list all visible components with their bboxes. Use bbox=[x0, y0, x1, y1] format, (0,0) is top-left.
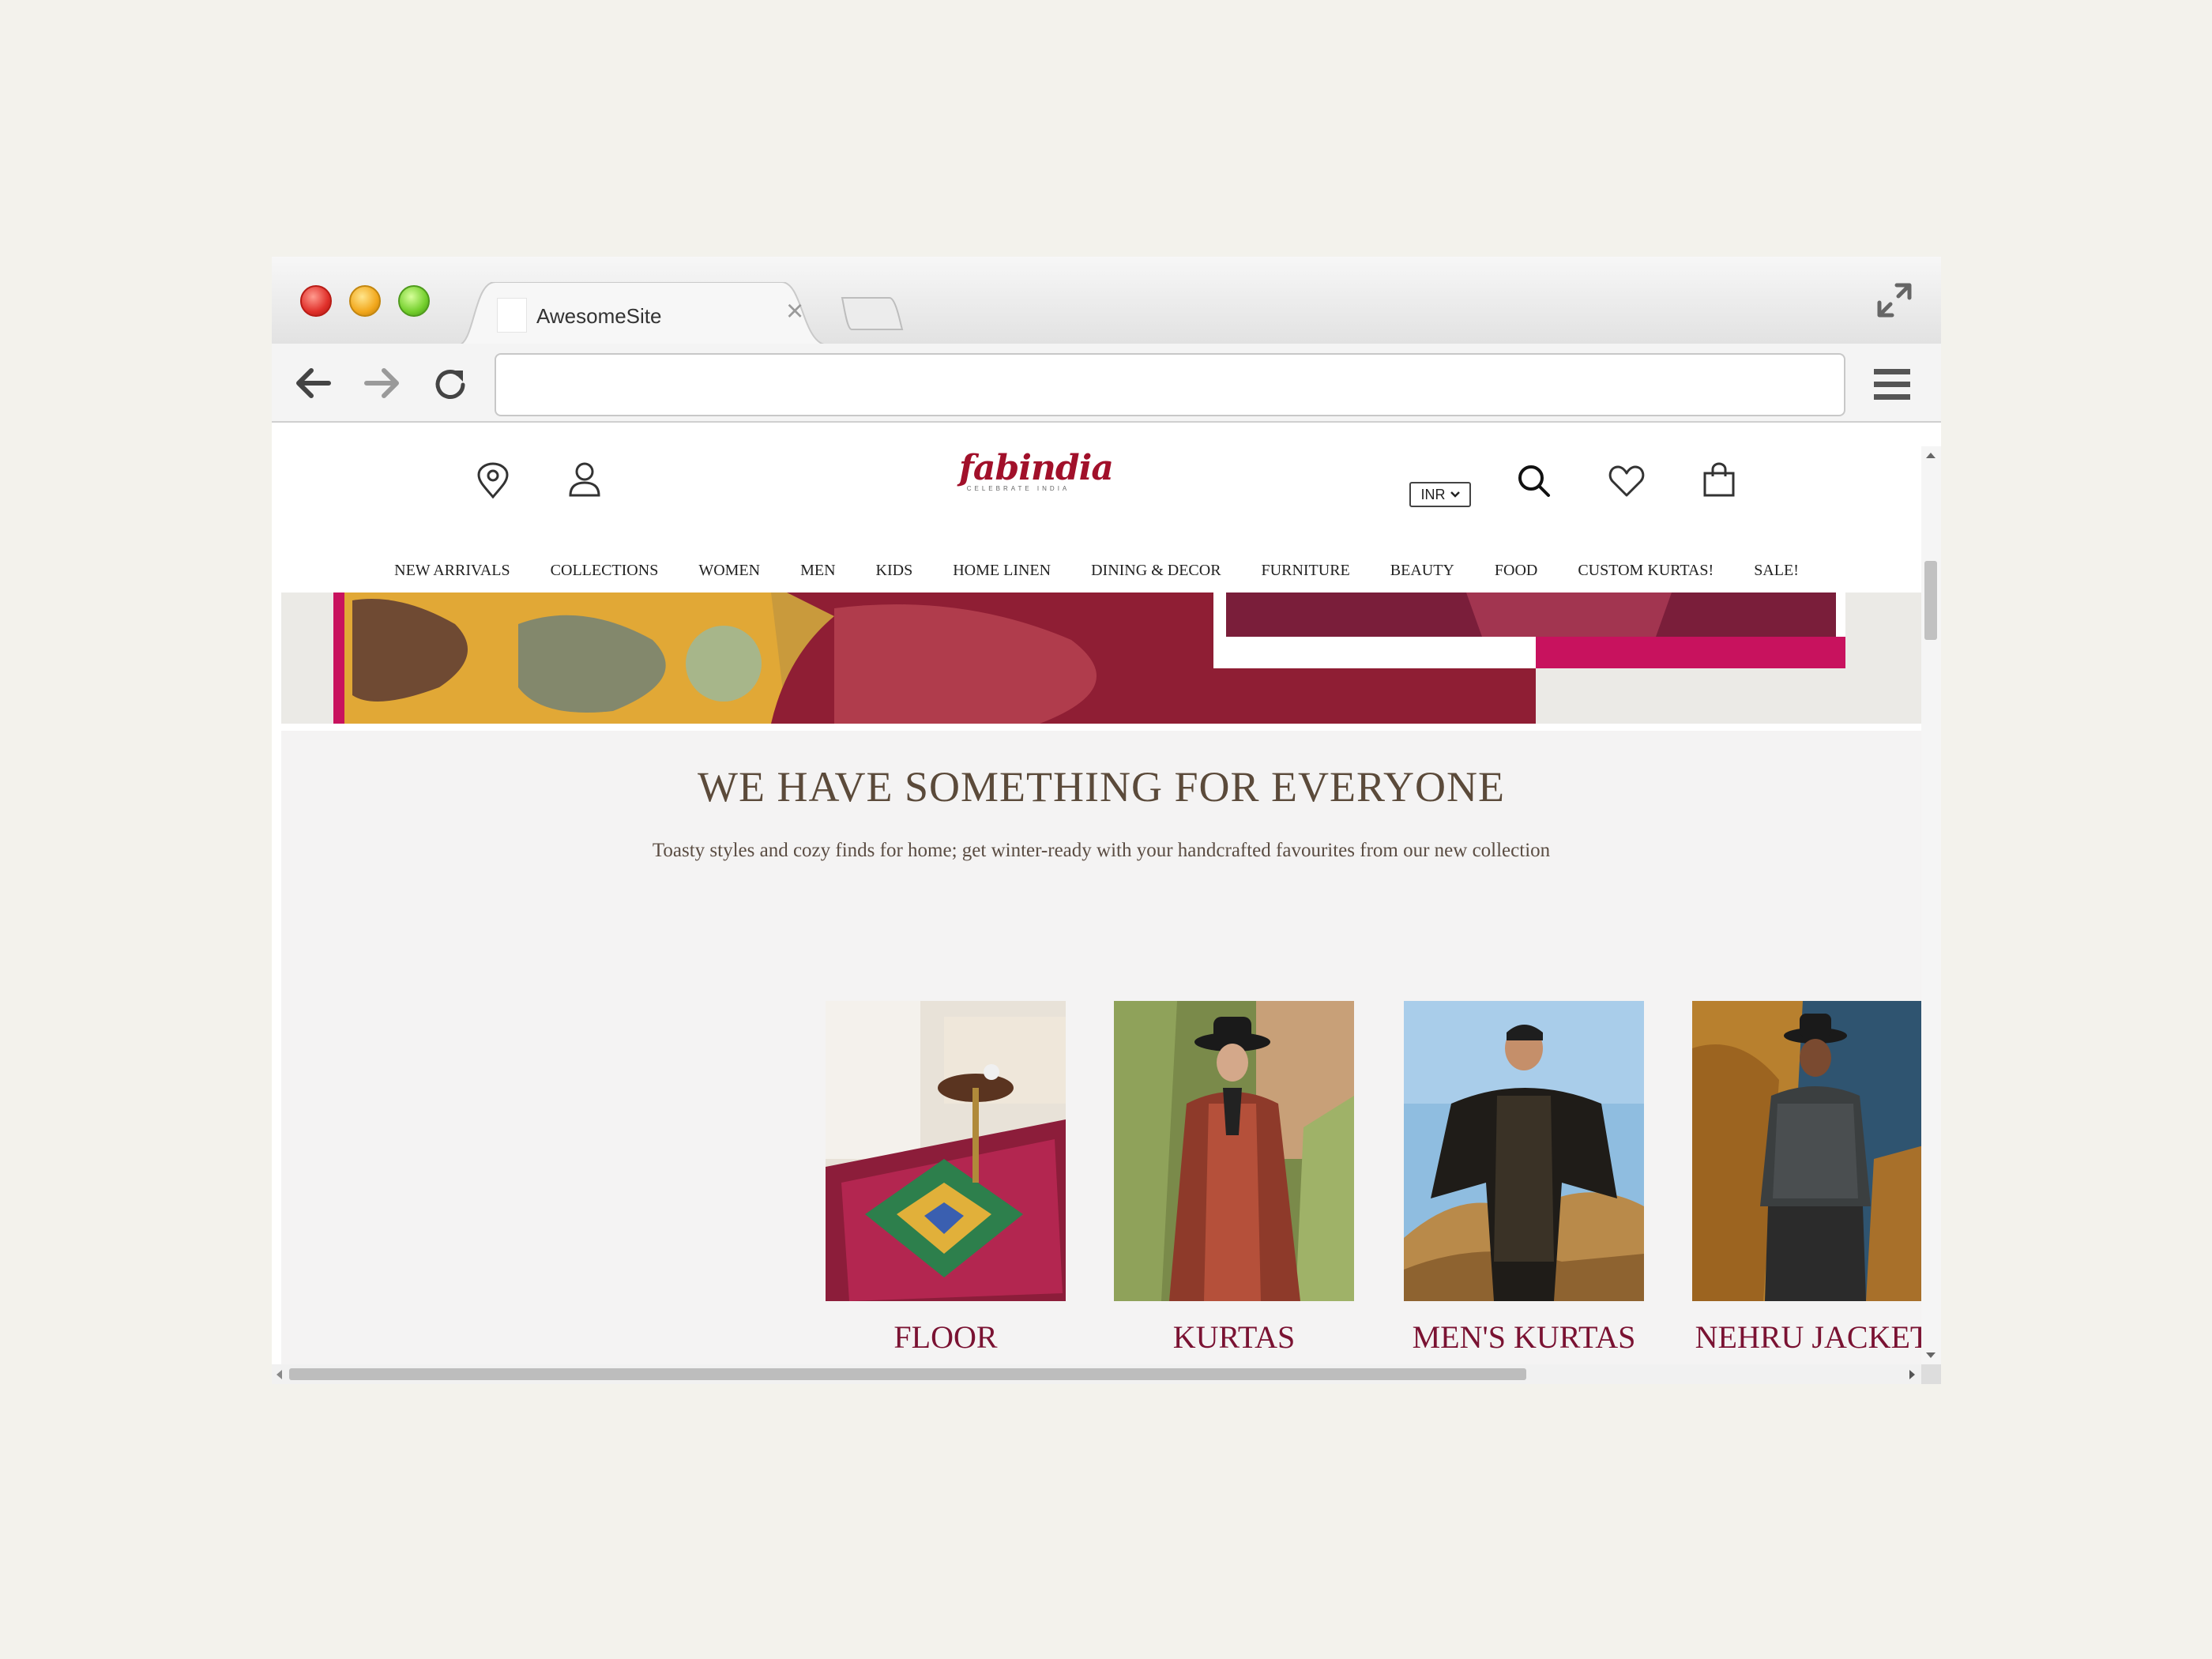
fullscreen-icon[interactable] bbox=[1875, 280, 1914, 320]
currency-select[interactable]: INR bbox=[1409, 482, 1471, 507]
vertical-scroll-thumb[interactable] bbox=[1924, 561, 1937, 640]
brand-name: fabindia bbox=[959, 448, 1114, 488]
new-tab-button[interactable] bbox=[841, 296, 904, 331]
back-arrow-icon[interactable] bbox=[294, 366, 333, 401]
category-image-nehru-jacket[interactable] bbox=[1692, 1001, 1921, 1301]
nav-item-new-arrivals[interactable]: NEW ARRIVALS bbox=[394, 562, 510, 589]
category-image-mens-kurtas[interactable] bbox=[1404, 1001, 1644, 1301]
nav-item-home-linen[interactable]: HOME LINEN bbox=[953, 562, 1051, 589]
category-image-kurtas[interactable] bbox=[1114, 1001, 1354, 1301]
nav-item-dining-decor[interactable]: DINING & DECOR bbox=[1091, 562, 1221, 589]
scroll-right-arrow-icon[interactable] bbox=[1909, 1370, 1915, 1379]
scroll-left-arrow-icon[interactable] bbox=[276, 1370, 282, 1379]
wishlist-heart-icon[interactable] bbox=[1608, 464, 1645, 498]
reload-icon[interactable] bbox=[431, 366, 469, 404]
brand-tagline: CELEBRATE INDIA bbox=[966, 485, 1070, 492]
browser-tab-active[interactable]: AwesomeSite × bbox=[457, 282, 829, 345]
nav-item-men[interactable]: MEN bbox=[800, 562, 835, 589]
brand-logo[interactable]: fabindia CELEBRATE INDIA bbox=[959, 448, 1114, 492]
nav-item-food[interactable]: FOOD bbox=[1495, 562, 1537, 589]
nav-item-beauty[interactable]: BEAUTY bbox=[1390, 562, 1454, 589]
section-subheadline: Toasty styles and cozy finds for home; g… bbox=[652, 840, 1551, 861]
tab-title: AwesomeSite bbox=[536, 304, 662, 328]
address-bar[interactable] bbox=[495, 353, 1845, 416]
browser-window: AwesomeSite × fabindia CELEBRATE INDIA I… bbox=[272, 257, 1941, 1384]
vertical-scrollbar[interactable] bbox=[1921, 446, 1941, 1364]
title-bar: AwesomeSite × bbox=[272, 257, 1941, 345]
category-image-floor[interactable] bbox=[826, 1001, 1066, 1301]
scrollbar-corner bbox=[1921, 1364, 1941, 1384]
category-card-nehru-jacket[interactable]: NEHRU JACKET bbox=[1692, 1001, 1921, 1356]
category-section: WE HAVE SOMETHING FOR EVERYONE Toasty st… bbox=[281, 731, 1921, 1364]
category-card-mens-kurtas[interactable]: MEN'S KURTAS bbox=[1404, 1001, 1644, 1356]
site-header: fabindia CELEBRATE INDIA INR NEW ARRIVAL… bbox=[272, 446, 1921, 589]
window-controls bbox=[300, 285, 430, 317]
nav-item-sale[interactable]: SALE! bbox=[1754, 562, 1799, 589]
shopping-bag-icon[interactable] bbox=[1702, 462, 1736, 498]
account-icon[interactable] bbox=[567, 461, 602, 498]
nav-item-women[interactable]: WOMEN bbox=[698, 562, 760, 589]
category-label-nehru-jacket[interactable]: NEHRU JACKET bbox=[1692, 1319, 1921, 1356]
page-viewport: fabindia CELEBRATE INDIA INR NEW ARRIVAL… bbox=[272, 446, 1921, 1364]
horizontal-scroll-thumb[interactable] bbox=[289, 1368, 1526, 1380]
horizontal-scrollbar[interactable] bbox=[272, 1364, 1921, 1384]
main-navigation: NEW ARRIVALS COLLECTIONS WOMEN MEN KIDS … bbox=[272, 562, 1921, 589]
nav-item-kids[interactable]: KIDS bbox=[876, 562, 913, 589]
tab-close-icon[interactable]: × bbox=[786, 296, 803, 326]
browser-menu-icon[interactable] bbox=[1872, 367, 1912, 402]
category-label-floor[interactable]: FLOOR bbox=[826, 1319, 1066, 1356]
scroll-up-arrow-icon[interactable] bbox=[1926, 453, 1936, 458]
zoom-window-button[interactable] bbox=[398, 285, 430, 317]
forward-arrow-icon[interactable] bbox=[362, 366, 401, 401]
hero-banner[interactable] bbox=[281, 592, 1921, 724]
category-label-mens-kurtas[interactable]: MEN'S KURTAS bbox=[1404, 1319, 1644, 1356]
nav-item-collections[interactable]: COLLECTIONS bbox=[551, 562, 659, 589]
close-window-button[interactable] bbox=[300, 285, 332, 317]
category-card-floor[interactable]: FLOOR bbox=[826, 1001, 1066, 1356]
search-icon[interactable] bbox=[1517, 464, 1552, 498]
category-label-kurtas[interactable]: KURTAS bbox=[1114, 1319, 1354, 1356]
tab-favicon-icon bbox=[497, 298, 527, 333]
store-locator-icon[interactable] bbox=[476, 462, 510, 500]
scroll-down-arrow-icon[interactable] bbox=[1926, 1352, 1936, 1358]
chevron-down-icon bbox=[1450, 491, 1460, 498]
section-headline: WE HAVE SOMETHING FOR EVERYONE bbox=[698, 763, 1505, 811]
nav-item-furniture[interactable]: FURNITURE bbox=[1262, 562, 1350, 589]
currency-value: INR bbox=[1420, 486, 1446, 502]
minimize-window-button[interactable] bbox=[349, 285, 381, 317]
category-card-kurtas[interactable]: KURTAS bbox=[1114, 1001, 1354, 1356]
nav-item-custom-kurtas[interactable]: CUSTOM KURTAS! bbox=[1578, 562, 1714, 589]
